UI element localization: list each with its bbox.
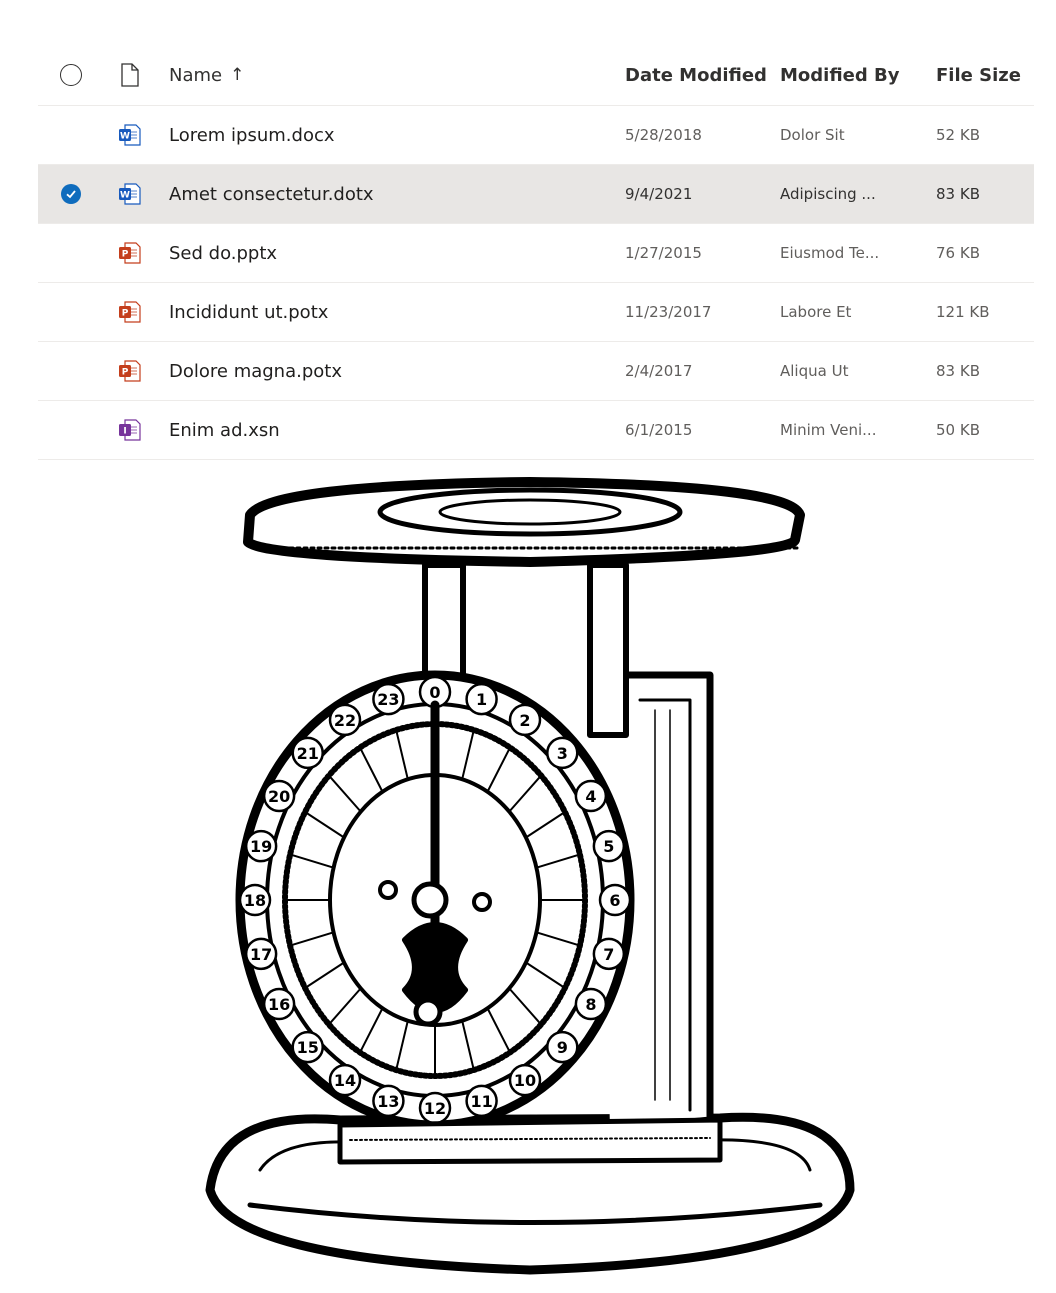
row-checkbox[interactable] [48,106,94,164]
file-size: 121 KB [936,303,990,321]
file-size-column-header[interactable]: File Size [936,45,1021,105]
file-size: 83 KB [936,362,980,380]
kitchen-scale-illustration: 0 1234567891011121314151617181920212223 [205,477,855,1275]
word-icon: W [116,106,144,164]
dial-number: 6 [609,891,620,910]
file-type-column-header[interactable] [116,45,144,105]
row-checkbox[interactable] [48,283,94,341]
date-modified: 9/4/2021 [625,185,693,203]
svg-text:W: W [120,191,130,201]
file-name-link[interactable]: Sed do.pptx [169,224,277,282]
dial-number: 23 [377,690,399,709]
dial-number: 18 [244,891,266,910]
powerpoint-icon: P [116,342,144,400]
file-name-link[interactable]: Incididunt ut.potx [169,283,328,341]
row-checkbox[interactable] [48,165,94,223]
dial-number: 21 [297,744,319,763]
svg-text:I: I [123,427,126,437]
powerpoint-icon: P [116,224,144,282]
table-row[interactable]: P Dolore magna.potx 2/4/2017 Aliqua Ut 83 KB [38,342,1034,401]
dial-number: 13 [377,1092,399,1111]
file-name-link[interactable]: Amet consectetur.dotx [169,165,374,223]
date-modified: 6/1/2015 [625,421,693,439]
modified-by: Eiusmod Te... [780,244,880,262]
dial-number: 9 [557,1038,568,1057]
modified-by: Dolor Sit [780,126,845,144]
modified-by: Aliqua Ut [780,362,849,380]
dial-number: 12 [424,1099,446,1118]
table-row[interactable]: W Lorem ipsum.docx 5/28/2018 Dolor Sit 52 KB [38,106,1034,165]
select-all-checkbox[interactable] [48,45,94,105]
row-checkbox[interactable] [48,224,94,282]
modified-by: Adipiscing ... [780,185,876,203]
table-row[interactable]: I Enim ad.xsn 6/1/2015 Minim Veni... 50 KB [38,401,1034,460]
row-checkbox[interactable] [48,342,94,400]
dial-number: 3 [557,744,568,763]
dial-number: 8 [585,995,596,1014]
dial-number: 11 [470,1092,492,1111]
dial-number: 22 [334,711,356,730]
dial-number: 1 [476,690,487,709]
dial-number: 10 [514,1071,536,1090]
dial-number: 14 [334,1071,356,1090]
date-modified: 1/27/2015 [625,244,702,262]
table-row[interactable]: P Sed do.pptx 1/27/2015 Eiusmod Te... 76 KB [38,224,1034,283]
dial-number: 15 [297,1038,319,1057]
file-list-header: Name ↑ Date Modified Modified By File Si… [38,45,1034,106]
dial-number: 5 [603,837,614,856]
file-rows: W Lorem ipsum.docx 5/28/2018 Dolor Sit 52 KB… [38,106,1034,460]
name-header-label: Name [169,64,223,86]
date-modified: 2/4/2017 [625,362,693,380]
file-name-link[interactable]: Dolore magna.potx [169,342,342,400]
name-column-header[interactable]: Name ↑ [169,45,244,105]
dial-number: 16 [268,995,290,1014]
file-name-link[interactable]: Enim ad.xsn [169,401,280,459]
document-icon [121,63,139,87]
radio-circle-icon [60,64,82,86]
file-list: Name ↑ Date Modified Modified By File Si… [38,45,1034,460]
file-size: 50 KB [936,421,980,439]
file-size: 76 KB [936,244,980,262]
date-modified: 11/23/2017 [625,303,712,321]
infopath-icon: I [116,401,144,459]
svg-text:W: W [120,132,130,142]
powerpoint-icon: P [116,283,144,341]
table-row[interactable]: W Amet consectetur.dotx 9/4/2021 Adipiscing… [38,165,1034,224]
dial-number: 19 [250,837,272,856]
row-checkbox[interactable] [48,401,94,459]
dial-number: 20 [268,787,290,806]
svg-text:P: P [122,250,129,260]
dial-number: 17 [250,945,272,964]
sort-ascending-icon: ↑ [230,65,245,85]
dial-number: 7 [603,945,614,964]
modified-by-column-header[interactable]: Modified By [780,45,900,105]
dial-number: 2 [519,711,530,730]
date-modified-column-header[interactable]: Date Modified [625,45,767,105]
modified-by: Minim Veni... [780,421,877,439]
date-modified: 5/28/2018 [625,126,702,144]
dial-number: 4 [585,787,596,806]
table-row[interactable]: P Incididunt ut.potx 11/23/2017 Labore Et 12… [38,283,1034,342]
svg-text:P: P [122,368,129,378]
dial-number: 0 [429,683,440,702]
svg-text:P: P [122,309,129,319]
file-size: 52 KB [936,126,980,144]
word-icon: W [116,165,144,223]
modified-by: Labore Et [780,303,852,321]
file-name-link[interactable]: Lorem ipsum.docx [169,106,335,164]
checkmark-icon [61,184,81,204]
file-size: 83 KB [936,185,980,203]
